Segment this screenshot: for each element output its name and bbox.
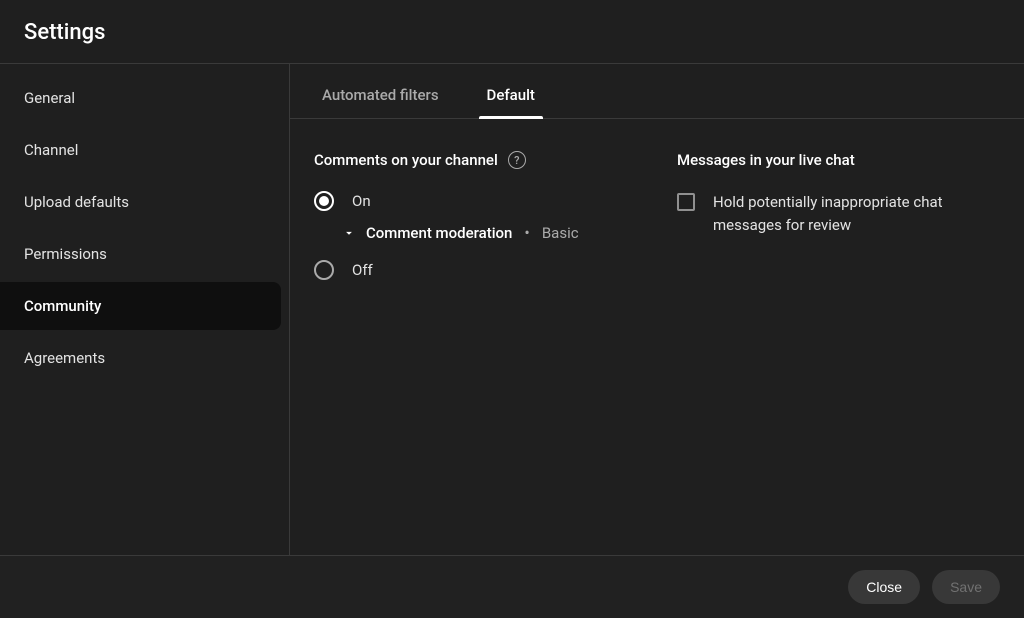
radio-off-label: Off — [352, 261, 373, 279]
comments-section-title: Comments on your channel ? — [314, 151, 637, 169]
radio-on-icon — [314, 191, 334, 211]
sidebar-item-channel[interactable]: Channel — [0, 126, 281, 174]
moderation-label: Comment moderation — [366, 224, 512, 242]
comments-radio-off[interactable]: Off — [314, 260, 637, 280]
page-title: Settings — [24, 20, 1000, 45]
moderation-value: Basic — [542, 224, 579, 242]
sidebar-item-agreements[interactable]: Agreements — [0, 334, 281, 382]
tab-automated-filters[interactable]: Automated filters — [314, 64, 447, 118]
hold-messages-checkbox-row[interactable]: Hold potentially inappropriate chat mess… — [677, 191, 1000, 236]
checkbox-icon — [677, 193, 695, 211]
chevron-down-icon — [342, 226, 356, 240]
sidebar-item-community[interactable]: Community — [0, 282, 281, 330]
livechat-section: Messages in your live chat Hold potentia… — [677, 151, 1000, 292]
hold-messages-label: Hold potentially inappropriate chat mess… — [713, 191, 1000, 236]
tabs: Automated filters Default — [290, 64, 1024, 119]
comments-section: Comments on your channel ? On Comment mo… — [314, 151, 637, 292]
radio-off-icon — [314, 260, 334, 280]
help-icon[interactable]: ? — [508, 151, 526, 169]
save-button: Save — [932, 570, 1000, 604]
settings-header: Settings — [0, 0, 1024, 64]
sidebar-item-general[interactable]: General — [0, 74, 281, 122]
settings-sidebar: General Channel Upload defaults Permissi… — [0, 64, 290, 555]
tab-default[interactable]: Default — [479, 64, 543, 118]
livechat-section-title: Messages in your live chat — [677, 151, 1000, 169]
livechat-title-text: Messages in your live chat — [677, 151, 855, 169]
comments-radio-on[interactable]: On — [314, 191, 637, 211]
dot-separator: • — [524, 223, 529, 242]
comment-moderation-expand[interactable]: Comment moderation • Basic — [342, 223, 637, 242]
radio-on-label: On — [352, 192, 371, 210]
comments-title-text: Comments on your channel — [314, 151, 498, 169]
close-button[interactable]: Close — [848, 570, 920, 604]
sidebar-item-upload-defaults[interactable]: Upload defaults — [0, 178, 281, 226]
sidebar-item-permissions[interactable]: Permissions — [0, 230, 281, 278]
dialog-footer: Close Save — [0, 555, 1024, 618]
